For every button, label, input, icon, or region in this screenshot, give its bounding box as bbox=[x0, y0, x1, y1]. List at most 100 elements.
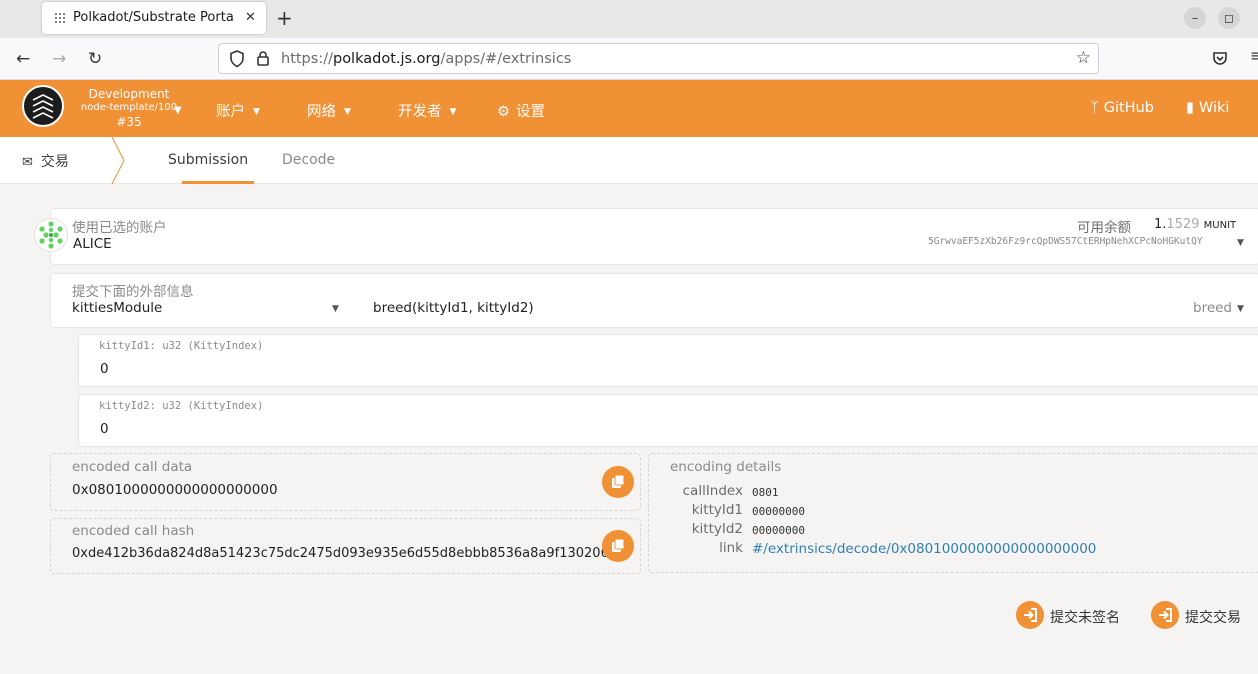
section-extrinsics[interactable]: ✉ 交易 bbox=[22, 151, 69, 171]
breadcrumb-divider bbox=[111, 137, 125, 184]
tab-submission[interactable]: Submission bbox=[168, 152, 248, 168]
wiki-label: Wiki bbox=[1198, 100, 1230, 116]
book-icon: ▮ bbox=[1186, 100, 1194, 116]
param-label: kittyId2: u32 (KittyIndex) bbox=[99, 400, 264, 412]
tab-decode[interactable]: Decode bbox=[282, 152, 335, 168]
chevron-down-icon: ▼ bbox=[449, 107, 457, 117]
module-selected: kittiesModule bbox=[72, 300, 163, 316]
encoded-call-hash-value: 0xde412b36da824d8a51423c75dc2475d093e935… bbox=[72, 546, 609, 561]
lock-icon[interactable] bbox=[256, 50, 270, 67]
encoding-details: encoding details callIndex 0801 kittyId1… bbox=[648, 453, 1258, 573]
active-tab-indicator bbox=[182, 181, 254, 184]
encoded-call-data-label: encoded call data bbox=[72, 459, 193, 475]
browser-tab-bar: Polkadot/Substrate Porta ✕ + – ◻ bbox=[0, 0, 1258, 38]
close-tab-icon[interactable]: ✕ bbox=[245, 10, 256, 25]
sign-in-icon bbox=[1016, 601, 1044, 629]
copy-icon bbox=[612, 538, 625, 552]
balance-unit: MUNIT bbox=[1203, 220, 1237, 231]
call-name: breed bbox=[1193, 300, 1233, 316]
menu-developer[interactable]: 开发者 ▼ bbox=[398, 100, 456, 121]
runtime-version: node-template/100 bbox=[80, 102, 178, 113]
param-kittyid1[interactable]: kittyId1: u32 (KittyIndex) 0 bbox=[78, 334, 1258, 387]
url-domain: polkadot.js.org bbox=[332, 51, 441, 67]
encoded-call-data-value: 0x0801000000000000000000 bbox=[72, 482, 278, 498]
encoding-key: link bbox=[719, 540, 743, 556]
menu-settings[interactable]: ⚙ 设置 bbox=[497, 100, 545, 121]
module-dropdown[interactable]: kittiesModule ▼ bbox=[51, 274, 351, 329]
overflow-menu-icon[interactable]: ≡ bbox=[1250, 46, 1258, 65]
back-arrow-icon[interactable]: ← bbox=[16, 49, 30, 69]
chevron-down-icon: ▼ bbox=[344, 107, 351, 117]
browser-tab[interactable]: Polkadot/Substrate Porta ✕ bbox=[42, 2, 266, 34]
encoding-key: kittyId2 bbox=[691, 521, 743, 537]
menu-accounts[interactable]: 账户 ▼ bbox=[216, 100, 260, 121]
param-kittyid2[interactable]: kittyId2: u32 (KittyIndex) 0 bbox=[78, 394, 1258, 447]
maximize-window-button[interactable]: ◻ bbox=[1218, 7, 1240, 29]
minimize-window-button[interactable]: – bbox=[1184, 7, 1206, 29]
chain-selector[interactable]: Development node-template/100 #35 ▼ bbox=[74, 87, 184, 129]
encoding-value: 00000000 bbox=[752, 505, 805, 518]
sub-navigation: ✉ 交易 Submission Decode bbox=[0, 137, 1258, 184]
github-label: GitHub bbox=[1103, 100, 1154, 116]
menu-network[interactable]: 网络 ▼ bbox=[307, 100, 351, 121]
chevron-down-icon: ▼ bbox=[174, 105, 182, 116]
param-value[interactable]: 0 bbox=[100, 421, 109, 437]
submit-transaction-label: 提交交易 bbox=[1185, 610, 1241, 626]
account-selector[interactable]: 使用已选的账户 ALICE 可用余额 1.1529 MUNIT 5GrwvaEF… bbox=[50, 208, 1258, 265]
balance-label: 可用余额 bbox=[1077, 220, 1131, 236]
encoding-value: 0801 bbox=[752, 486, 779, 499]
decode-link[interactable]: #/extrinsics/decode/0x080100000000000000… bbox=[752, 541, 1096, 557]
polkadot-favicon-icon bbox=[55, 13, 65, 23]
url-scheme: https:// bbox=[281, 51, 333, 67]
envelope-open-icon: ✉ bbox=[22, 155, 33, 170]
chevron-down-icon[interactable]: ▼ bbox=[1237, 238, 1244, 248]
polkadot-logo-icon[interactable] bbox=[22, 85, 64, 127]
encoding-value: 00000000 bbox=[752, 524, 805, 537]
pocket-icon[interactable] bbox=[1212, 50, 1228, 66]
account-address: 5GrwvaEF5zXb26Fz9rcQpDWS57CtERHpNehXCPcN… bbox=[928, 236, 1203, 247]
app-header: Development node-template/100 #35 ▼ 账户 ▼ … bbox=[0, 80, 1258, 137]
menu-developer-label: 开发者 bbox=[398, 104, 442, 120]
forward-arrow-icon[interactable]: → bbox=[52, 49, 66, 69]
identicon-avatar bbox=[34, 218, 68, 252]
balance-integer: 1. bbox=[1154, 217, 1167, 232]
wiki-link[interactable]: ▮ Wiki bbox=[1186, 100, 1229, 116]
balance-value: 1.1529 MUNIT bbox=[1154, 217, 1236, 232]
gears-icon: ⚙ bbox=[497, 104, 510, 120]
encoded-call-data: encoded call data 0x08010000000000000000… bbox=[50, 453, 641, 511]
encoding-details-title: encoding details bbox=[670, 459, 782, 475]
param-label: kittyId1: u32 (KittyIndex) bbox=[99, 340, 264, 352]
chevron-down-icon: ▼ bbox=[253, 107, 260, 117]
copy-icon bbox=[612, 474, 625, 488]
best-block: #35 bbox=[116, 115, 142, 129]
bookmark-star-icon[interactable]: ☆ bbox=[1076, 48, 1091, 68]
param-value[interactable]: 0 bbox=[100, 361, 109, 377]
call-dropdown[interactable]: breed(kittyId1, kittyId2) breed ▼ bbox=[361, 274, 1258, 329]
extrinsic-selector: 提交下面的外部信息 kittiesModule ▼ breed(kittyId1… bbox=[50, 273, 1258, 328]
chain-name: Development bbox=[88, 87, 170, 101]
submit-unsigned-label: 提交未签名 bbox=[1050, 610, 1120, 626]
balance-fraction: 1529 bbox=[1166, 217, 1200, 232]
sign-in-icon bbox=[1151, 601, 1179, 629]
encoding-key: callIndex bbox=[682, 483, 743, 499]
account-name: ALICE bbox=[73, 236, 112, 252]
account-label: 使用已选的账户 bbox=[72, 220, 167, 236]
url-path: /apps/#/extrinsics bbox=[440, 51, 572, 67]
url-text[interactable]: https://polkadot.js.org/apps/#/extrinsic… bbox=[281, 51, 571, 67]
copy-button[interactable] bbox=[602, 530, 634, 562]
encoded-call-hash: encoded call hash 0xde412b36da824d8a5142… bbox=[50, 518, 641, 574]
browser-nav-bar: ← → ↻ https://polkadot.js.org/apps/#/ext… bbox=[0, 38, 1258, 80]
copy-button[interactable] bbox=[602, 466, 634, 498]
encoding-key: kittyId1 bbox=[691, 502, 743, 518]
section-label: 交易 bbox=[40, 154, 69, 170]
encoded-call-hash-label: encoded call hash bbox=[72, 523, 195, 539]
browser-tab-title: Polkadot/Substrate Porta bbox=[73, 10, 234, 25]
chevron-down-icon: ▼ bbox=[332, 304, 339, 314]
menu-network-label: 网络 bbox=[307, 104, 336, 120]
new-tab-button[interactable]: + bbox=[276, 6, 293, 30]
chevron-down-icon: ▼ bbox=[1237, 304, 1244, 314]
tracking-shield-icon[interactable] bbox=[229, 50, 245, 68]
address-bar[interactable]: https://polkadot.js.org/apps/#/extrinsic… bbox=[218, 43, 1099, 74]
reload-icon[interactable]: ↻ bbox=[88, 49, 102, 69]
github-link[interactable]: ᛉ GitHub bbox=[1090, 100, 1154, 116]
